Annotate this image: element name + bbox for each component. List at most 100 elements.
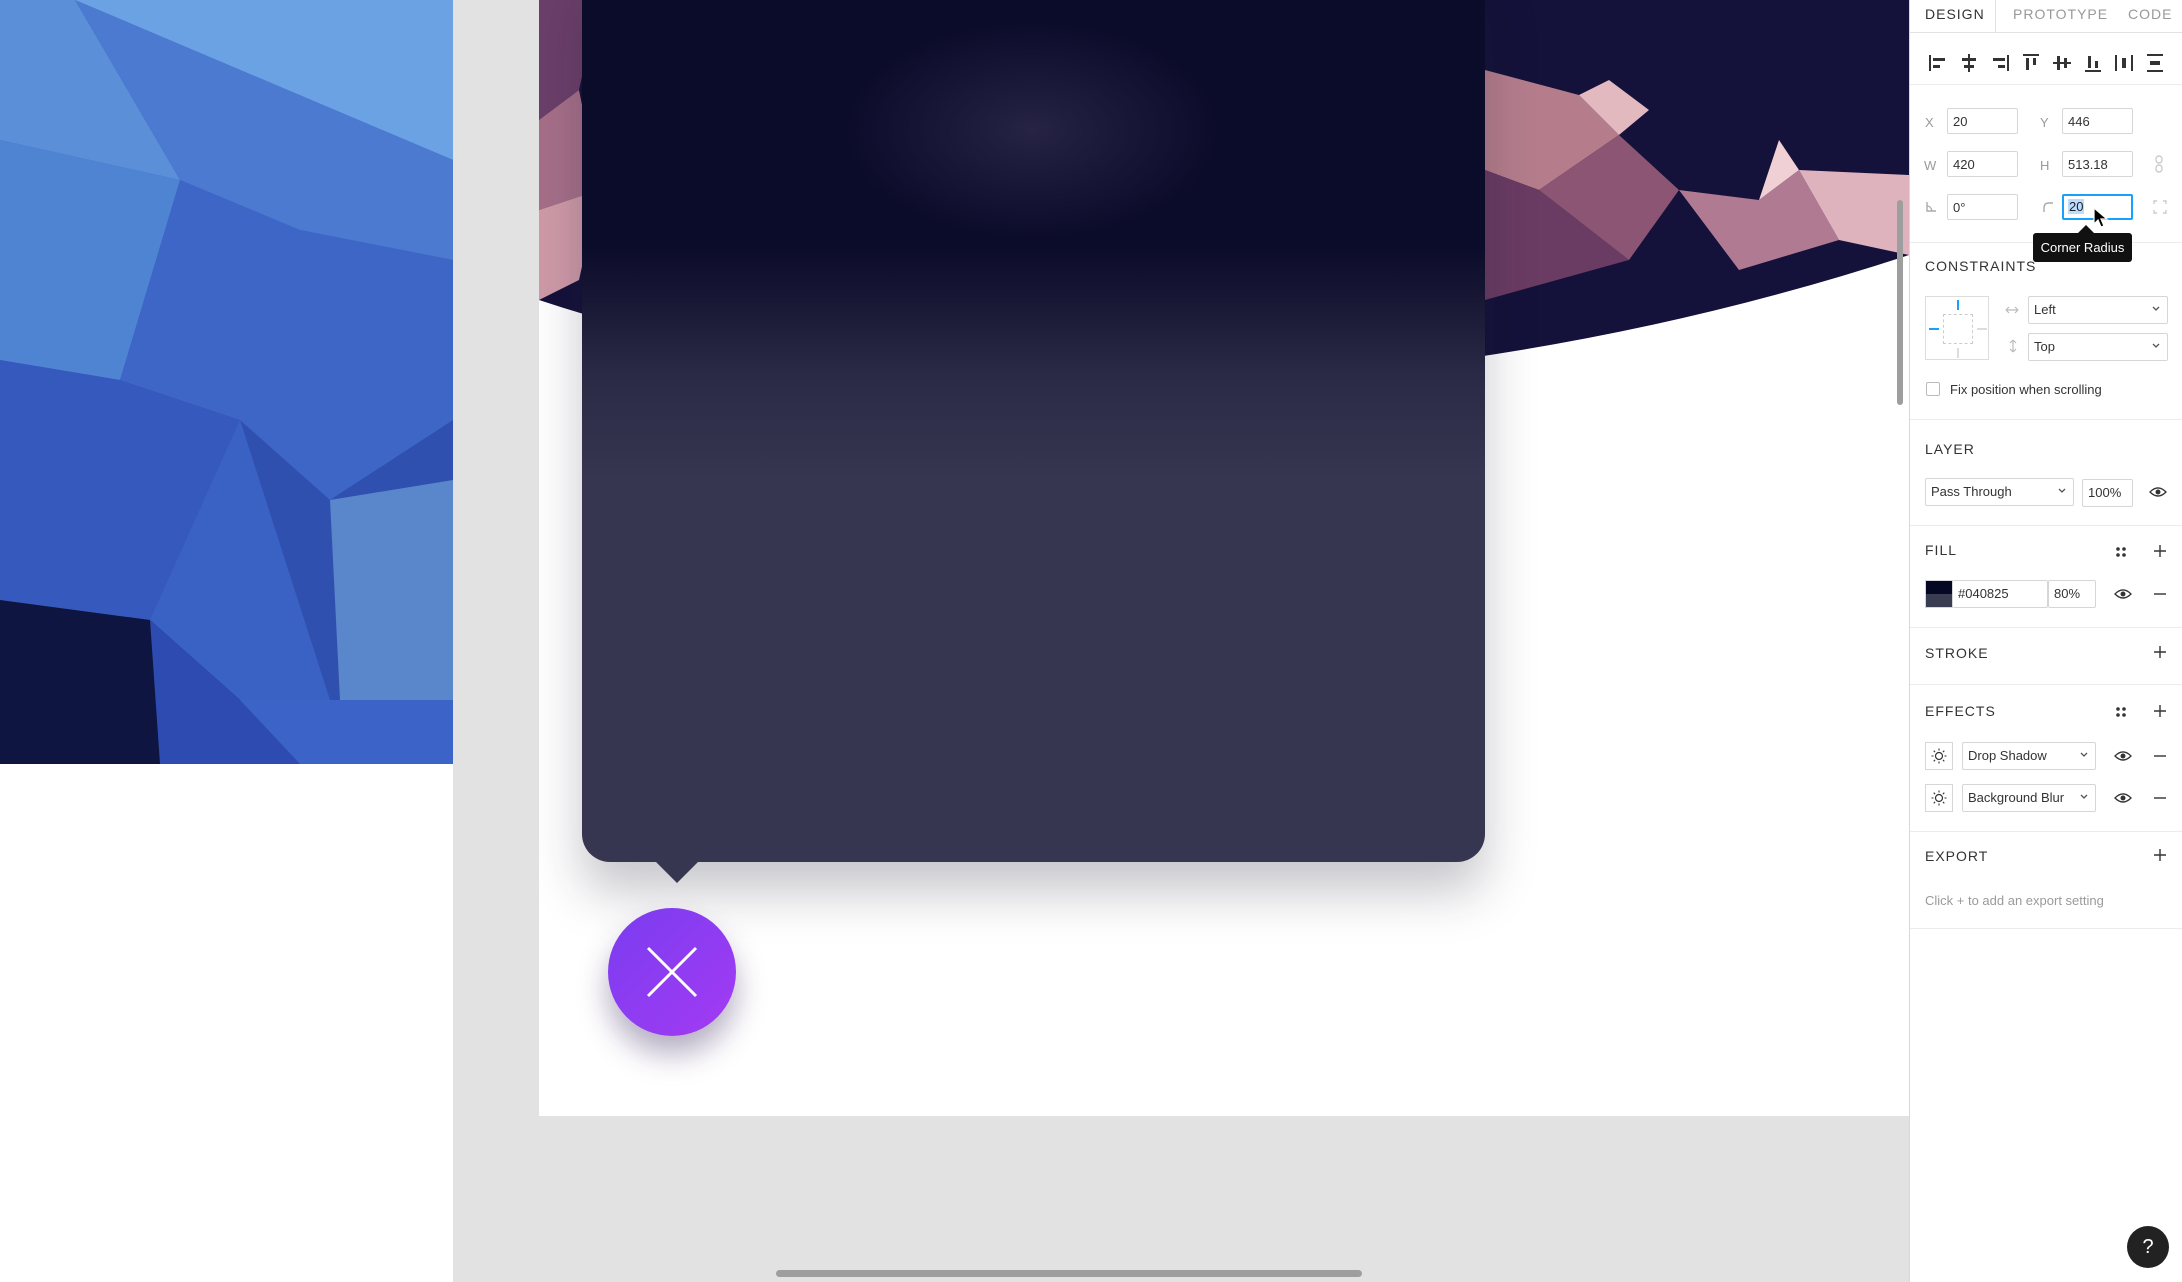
tab-prototype[interactable]: PROTOTYPE [2013,6,2108,22]
align-horizontal-center-icon[interactable] [1958,52,1980,74]
layer-title: LAYER [1925,441,1975,457]
eye-icon[interactable] [2114,792,2132,804]
constraint-top-indicator[interactable] [1957,300,1959,310]
tooltip-card[interactable] [582,0,1485,862]
add-effect-icon[interactable] [2153,704,2167,718]
remove-fill-icon[interactable] [2153,587,2167,601]
effect-type-select[interactable]: Drop Shadow [1962,742,2096,770]
divider [1910,627,2182,628]
fill-opacity-input[interactable]: 80% [2048,580,2096,608]
divider [1910,525,2182,526]
card-glow [842,20,1222,240]
chevron-down-icon [2152,306,2160,311]
effect-type-value: Background Blur [1968,790,2065,805]
properties-panel: DESIGN PROTOTYPE CODE X 20 Y 446 W 420 H… [1909,0,2182,1282]
fill-title: FILL [1925,542,1958,558]
tooltip-arrow [2078,225,2094,233]
close-icon [646,946,698,998]
w-label: W [1924,158,1937,173]
height-input[interactable]: 513.18 [2062,151,2133,177]
canvas-blank-area [0,764,453,1282]
fill-hex-input[interactable]: #040825 [1953,580,2048,608]
style-grid-icon[interactable] [2114,705,2128,719]
divider [1910,684,2182,685]
horizontal-scrollbar[interactable] [776,1270,1362,1277]
corner-radius-value: 20 [2068,199,2085,214]
constraints-title: CONSTRAINTS [1925,258,2037,274]
fix-position-label: Fix position when scrolling [1950,382,2102,397]
fix-position-checkbox[interactable] [1926,382,1940,396]
chevron-down-icon [2152,343,2160,348]
blend-mode-value: Pass Through [1931,484,2012,499]
horizontal-constraint-select[interactable]: Left [2028,296,2168,324]
close-fab-button[interactable] [608,908,736,1036]
card-pointer [649,855,705,883]
style-grid-icon[interactable] [2114,545,2128,559]
horizontal-constraint-value: Left [2034,302,2056,317]
add-fill-icon[interactable] [2153,544,2167,558]
constraints-widget[interactable] [1925,296,1989,360]
align-bottom-icon[interactable] [2082,52,2104,74]
x-label: X [1925,115,1934,130]
vertical-scrollbar[interactable] [1897,200,1903,405]
polygon-art [0,0,453,764]
add-export-icon[interactable] [2153,848,2167,862]
remove-effect-icon[interactable] [2153,749,2167,763]
fill-color-swatch[interactable] [1925,580,1953,608]
corner-radius-tooltip: Corner Radius [2033,233,2132,262]
y-label: Y [2040,115,2049,130]
constraint-bottom-indicator[interactable] [1957,348,1959,358]
export-title: EXPORT [1925,848,1989,864]
effect-type-value: Drop Shadow [1968,748,2047,763]
rotation-icon [1926,202,1936,212]
width-input[interactable]: 420 [1947,151,2018,177]
align-top-icon[interactable] [2020,52,2042,74]
distribute-horizontal-icon[interactable] [2113,52,2135,74]
distribute-vertical-icon[interactable] [2144,52,2166,74]
corner-radius-icon [2043,202,2053,212]
artboard[interactable] [539,0,1909,1116]
effects-title: EFFECTS [1925,703,1996,719]
layer-opacity-input[interactable]: 100% [2082,479,2133,507]
horizontal-constraint-icon [2005,306,2019,314]
lock-ratio-icon[interactable] [2154,155,2164,173]
effect-type-select[interactable]: Background Blur [1962,784,2096,812]
x-input[interactable]: 20 [1947,108,2018,134]
independent-corners-icon[interactable] [2153,200,2167,214]
swatch-transparent [1926,594,1952,607]
tab-design[interactable]: DESIGN [1925,6,1985,22]
chevron-down-icon [2058,488,2066,493]
effect-settings-button[interactable] [1925,784,1953,812]
align-right-icon[interactable] [1989,52,2011,74]
align-left-icon[interactable] [1927,52,1949,74]
constraint-right-indicator[interactable] [1977,328,1987,330]
y-input[interactable]: 446 [2062,108,2133,134]
stroke-title: STROKE [1925,645,1989,661]
tab-code[interactable]: CODE [2128,6,2172,22]
blend-mode-select[interactable]: Pass Through [1925,478,2074,506]
left-artboard-background [0,0,453,764]
export-hint: Click + to add an export setting [1925,893,2104,908]
panel-tabs: DESIGN PROTOTYPE CODE [1910,0,2182,33]
rotation-input[interactable]: 0° [1947,194,2018,220]
eye-icon[interactable] [2114,588,2132,600]
constraint-left-indicator[interactable] [1929,328,1939,330]
chevron-down-icon [2080,794,2088,799]
divider [1910,419,2182,420]
mouse-cursor-icon [2093,207,2109,228]
tab-divider [1995,0,1996,32]
sun-icon [1931,748,1947,764]
align-vertical-center-icon[interactable] [2051,52,2073,74]
effect-settings-button[interactable] [1925,742,1953,770]
vertical-constraint-icon [2009,339,2017,353]
remove-effect-icon[interactable] [2153,791,2167,805]
vertical-constraint-value: Top [2034,339,2055,354]
eye-icon[interactable] [2149,486,2167,498]
constraints-inner-box [1943,314,1973,344]
vertical-constraint-select[interactable]: Top [2028,333,2168,361]
help-button[interactable]: ? [2127,1226,2169,1268]
eye-icon[interactable] [2114,750,2132,762]
sun-icon [1931,790,1947,806]
add-stroke-icon[interactable] [2153,645,2167,659]
alignment-toolbar [1910,44,2182,85]
